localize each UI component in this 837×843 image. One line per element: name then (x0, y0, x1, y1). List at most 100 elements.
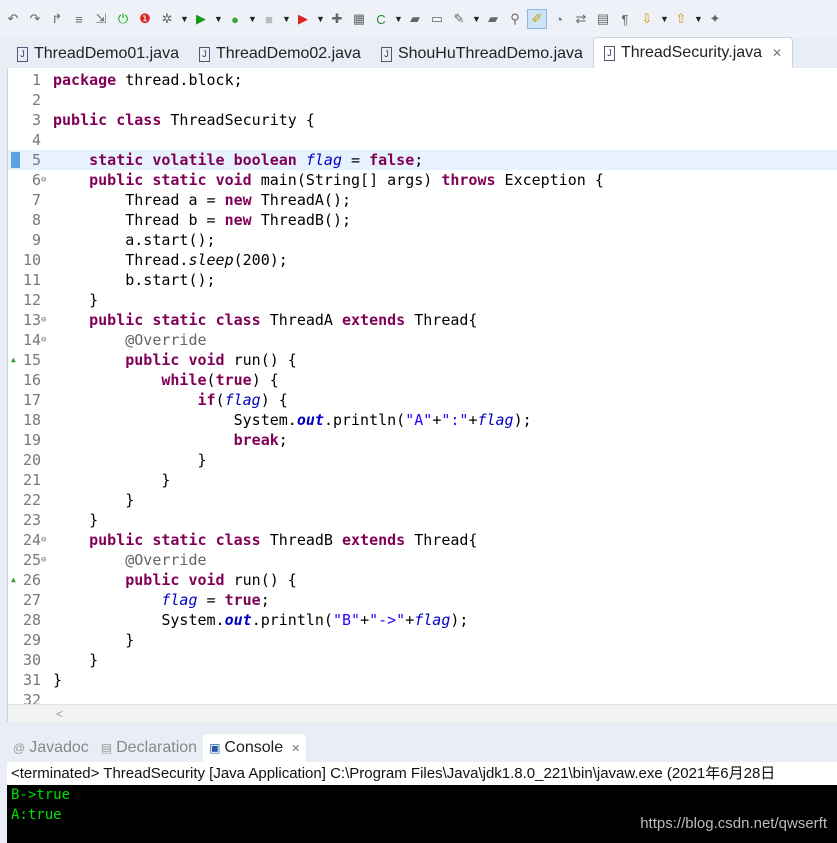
line-number: 25 (22, 551, 41, 569)
toggle-icon[interactable]: ◔ (550, 10, 568, 28)
code-line: 29 } (8, 630, 837, 650)
dropdown-arrow-icon[interactable]: ▼ (214, 14, 223, 24)
tab-shouhuthreaddemo-java[interactable]: J ShouHuThreadDemo.java (371, 40, 593, 68)
code-line: 5 static volatile boolean flag = false; (8, 150, 837, 170)
search-icon[interactable]: ⚲ (506, 10, 524, 28)
code-editor[interactable]: 32 31} 30 } 29 } 28 System.out.println("B"+"… (7, 68, 837, 722)
dropdown-arrow-icon[interactable]: ▼ (660, 14, 669, 24)
code-token: main(String[] args) (251, 171, 442, 189)
code-text: System.out.println("A"+":"+flag); (53, 410, 532, 430)
code-line: 25 ⊖ @Override (8, 550, 837, 570)
code-text: static volatile boolean flag = false; (53, 150, 423, 170)
pen-icon[interactable]: ✎ (450, 10, 468, 28)
tab-declaration[interactable]: ▤ Declaration (95, 734, 203, 762)
tab-threaddemo02-java[interactable]: J ThreadDemo02.java (189, 40, 371, 68)
block-icon[interactable]: ▤ (594, 10, 612, 28)
open-task-icon[interactable]: ▰ (484, 10, 502, 28)
code-token: ); (513, 411, 532, 429)
tab-threadsecurity-java[interactable]: J ThreadSecurity.java ✕ (592, 37, 794, 68)
open-type-icon[interactable]: ▭ (428, 10, 446, 28)
forward-icon[interactable]: ↱ (48, 10, 66, 28)
code-token: + (432, 411, 442, 429)
code-line: 28 System.out.println("B"+"->"+flag); (8, 610, 837, 630)
code-token: } (53, 451, 207, 469)
code-token: ThreadSecurity { (161, 111, 315, 129)
skip-icon[interactable]: ≡ (70, 10, 88, 28)
line-number: 15 (22, 351, 41, 369)
new-class-icon[interactable]: C (372, 10, 390, 28)
next-annotation-icon[interactable]: ⇩ (638, 10, 656, 28)
dropdown-arrow-icon[interactable]: ▼ (472, 14, 481, 24)
code-token: ) { (251, 371, 279, 389)
debug-icon[interactable]: ✲ (158, 10, 176, 28)
code-text: @Override (53, 330, 206, 350)
code-line: 9 a.start(); (8, 230, 837, 250)
dropdown-arrow-icon[interactable]: ▼ (694, 14, 703, 24)
code-text: } (53, 510, 98, 530)
dropdown-arrow-icon[interactable]: ▼ (180, 14, 189, 24)
code-token: "A" (405, 411, 433, 429)
new-java-icon[interactable]: ✚ (328, 10, 346, 28)
error-badge-icon[interactable]: ❶ (136, 10, 154, 28)
stop-icon[interactable]: ■ (260, 10, 278, 28)
tab-javadoc[interactable]: @ Javadoc (7, 734, 95, 762)
code-line: 6 ⊖ public static void main(String[] args… (8, 170, 837, 190)
run-icon[interactable]: ▶ (192, 10, 210, 28)
open-folder-icon[interactable]: ▰ (406, 10, 424, 28)
highlight-icon[interactable]: ✐ (527, 9, 547, 29)
code-token: extends (342, 531, 406, 549)
code-text: public class ThreadSecurity { (53, 110, 315, 130)
fold-toggle-icon[interactable]: ⊖ (41, 310, 46, 330)
dropdown-arrow-icon[interactable]: ▼ (394, 14, 403, 24)
code-token: class (116, 111, 162, 129)
code-token: class (215, 531, 261, 549)
java-file-icon: J (380, 46, 392, 62)
tab-console[interactable]: ▣ Console ✕ (203, 734, 307, 762)
code-token: break (233, 431, 279, 449)
redo-icon[interactable]: ↷ (26, 10, 44, 28)
close-icon[interactable]: ✕ (291, 742, 300, 755)
line-number: 1 (31, 71, 41, 89)
code-token: thread.block; (116, 71, 243, 89)
dropdown-arrow-icon[interactable]: ▼ (282, 14, 291, 24)
run-server-icon[interactable]: ● (226, 10, 244, 28)
tab-threaddemo01-java[interactable]: J ThreadDemo01.java (7, 40, 189, 68)
code-line: 13 ⊖ public static class ThreadA extends … (8, 310, 837, 330)
code-text: b.start(); (53, 270, 215, 290)
code-token: static (152, 531, 207, 549)
pilcrow-icon[interactable]: ¶ (616, 10, 634, 28)
line-number: 14 (22, 331, 41, 349)
step-return-icon[interactable]: ⇲ (92, 10, 110, 28)
code-token: flag (224, 391, 261, 409)
dropdown-arrow-icon[interactable]: ▼ (316, 14, 325, 24)
fold-toggle-icon[interactable]: ⊖ (41, 170, 46, 190)
code-token: new (224, 191, 252, 209)
prev-annotation-icon[interactable]: ⇧ (672, 10, 690, 28)
code-token: boolean (233, 151, 297, 169)
code-token: static (152, 311, 207, 329)
code-token: ThreadB (260, 531, 342, 549)
fold-toggle-icon[interactable]: ⊖ (41, 330, 46, 350)
refactor-icon[interactable]: ⇄ (572, 10, 590, 28)
pin-icon[interactable]: ✦ (706, 10, 724, 28)
horizontal-scrollbar[interactable]: < (8, 704, 837, 722)
power-icon[interactable]: ⏻ (114, 10, 132, 28)
code-token: + (360, 611, 370, 629)
line-number: 22 (22, 491, 41, 509)
close-icon[interactable]: ✕ (772, 46, 782, 60)
line-number: 16 (22, 371, 41, 389)
fold-toggle-icon[interactable]: ⊖ (41, 550, 46, 570)
code-token: true (224, 591, 261, 609)
undo-icon[interactable]: ↶ (4, 10, 22, 28)
external-run-icon[interactable]: ▶ (294, 10, 312, 28)
dropdown-arrow-icon[interactable]: ▼ (248, 14, 257, 24)
fold-toggle-icon[interactable]: ⊖ (41, 530, 46, 550)
package-icon[interactable]: ▦ (350, 10, 368, 28)
code-text: package thread.block; (53, 70, 243, 90)
